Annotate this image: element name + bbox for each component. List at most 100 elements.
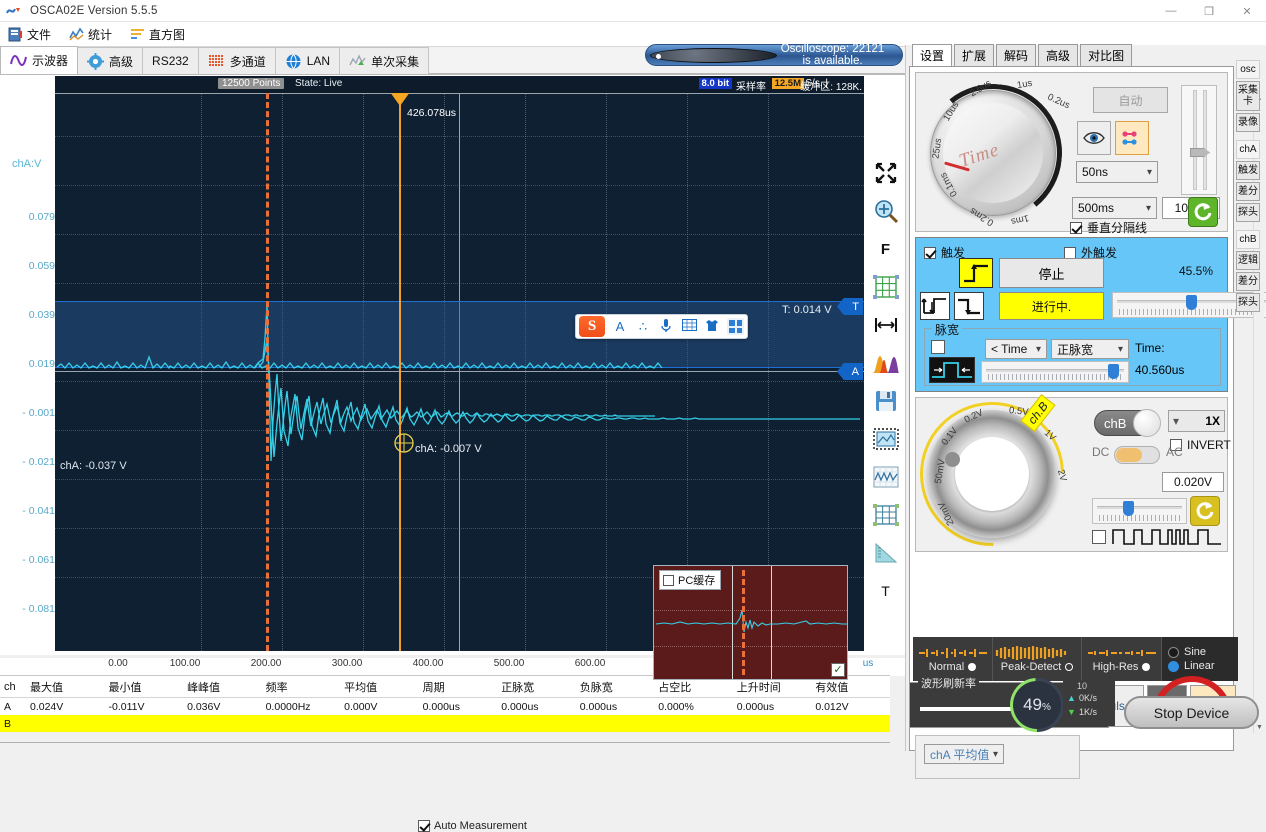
auto-measurement-checkbox[interactable] bbox=[418, 820, 430, 832]
pulse-width-slider[interactable] bbox=[981, 361, 1129, 383]
strip-cha-trigger[interactable]: 触发 bbox=[1236, 161, 1260, 180]
voltage-value[interactable]: 0.020V bbox=[1162, 472, 1224, 492]
slider-thumb[interactable] bbox=[1186, 295, 1197, 310]
tab-rs232[interactable]: RS232 bbox=[142, 47, 199, 74]
zoom-in-icon[interactable] bbox=[868, 193, 904, 229]
fft-peaks-icon[interactable] bbox=[868, 345, 904, 381]
screenshot-icon[interactable] bbox=[868, 421, 904, 457]
strip-osc[interactable]: osc bbox=[1236, 60, 1260, 79]
scroll-down-icon[interactable]: ▼ bbox=[1254, 722, 1265, 733]
tab-multichannel[interactable]: 多通道 bbox=[198, 47, 276, 74]
rtab-decode[interactable]: 解码 bbox=[996, 44, 1036, 66]
trigger-cursor[interactable] bbox=[266, 93, 269, 651]
ext-trigger-checkbox[interactable] bbox=[1064, 247, 1076, 259]
slider-thumb[interactable] bbox=[1190, 148, 1210, 157]
strip-chb-probe[interactable]: 探头 bbox=[1236, 293, 1260, 312]
table-row[interactable]: A 0.024V -0.011V 0.036V 0.0000Hz 0.000V … bbox=[0, 698, 890, 716]
eye-capture-icon[interactable] bbox=[1077, 121, 1111, 155]
grid-icon[interactable] bbox=[868, 269, 904, 305]
ime-skin-icon[interactable] bbox=[704, 319, 720, 335]
table-grid-icon[interactable] bbox=[868, 497, 904, 533]
pulse-polarity-select[interactable]: 正脉宽 ▾ bbox=[1051, 339, 1129, 359]
refresh-circle-icon[interactable] bbox=[1190, 496, 1220, 526]
close-button[interactable]: ✕ bbox=[1228, 0, 1266, 22]
strip-cha-probe[interactable]: 探头 bbox=[1236, 203, 1260, 222]
rtab-settings[interactable]: 设置 bbox=[912, 44, 952, 66]
radio-indicator[interactable] bbox=[1142, 663, 1150, 671]
time-cursor[interactable]: 426.078us bbox=[399, 93, 401, 651]
strip-chb[interactable]: chB bbox=[1236, 230, 1260, 249]
trigger-enable-checkbox[interactable] bbox=[924, 247, 936, 259]
layout-dots-icon[interactable] bbox=[1115, 121, 1149, 155]
tab-single-acquire[interactable]: 单次采集 bbox=[339, 47, 429, 74]
vertical-divider-checkbox[interactable] bbox=[1070, 222, 1082, 234]
tab-oscilloscope[interactable]: 示波器 bbox=[0, 46, 78, 74]
strip-cha-differential[interactable]: 差分 bbox=[1236, 182, 1260, 201]
stop-button[interactable]: 停止 bbox=[999, 258, 1104, 288]
menu-item-file[interactable]: 文件 bbox=[0, 22, 61, 47]
timebase-secondary-select[interactable]: 500ms ▾ bbox=[1072, 197, 1157, 219]
apps-grid-icon[interactable] bbox=[727, 318, 744, 335]
radio-indicator[interactable] bbox=[968, 663, 976, 671]
fit-f-icon[interactable]: F bbox=[868, 231, 904, 267]
interp-sine-row[interactable]: Sine bbox=[1168, 646, 1238, 658]
rtab-extend[interactable]: 扩展 bbox=[954, 44, 994, 66]
probe-attenuation-select[interactable]: ▾ 1X bbox=[1168, 410, 1225, 432]
tab-advanced[interactable]: 高级 bbox=[77, 47, 143, 74]
table-row[interactable]: B bbox=[0, 715, 890, 732]
minimize-button[interactable]: — bbox=[1152, 0, 1190, 22]
falling-edge-icon[interactable] bbox=[954, 292, 984, 320]
refresh-circle-icon[interactable] bbox=[1188, 197, 1218, 227]
timebase-select[interactable]: 50ns ▾ bbox=[1076, 161, 1158, 183]
fullscreen-expand-icon[interactable] bbox=[868, 155, 904, 191]
ime-floating-toolbar[interactable]: S A ∴ bbox=[575, 314, 748, 339]
auto-measurement-row[interactable]: Auto Measurement bbox=[418, 820, 527, 832]
horizontal-measure-icon[interactable] bbox=[868, 307, 904, 343]
menu-item-histogram[interactable]: 直方图 bbox=[122, 22, 195, 47]
sogou-logo-icon[interactable]: S bbox=[579, 316, 605, 337]
stop-device-button[interactable]: Stop Device bbox=[1124, 696, 1259, 729]
radio-sine[interactable] bbox=[1168, 647, 1179, 658]
interp-linear-row[interactable]: Linear bbox=[1168, 660, 1238, 672]
pc-buffer-checkbox[interactable] bbox=[663, 575, 674, 586]
auto-button[interactable]: 自动 bbox=[1093, 87, 1168, 113]
rtab-compare[interactable]: 对比图 bbox=[1080, 44, 1132, 66]
channel-b-button[interactable]: chB bbox=[1094, 410, 1160, 436]
pc-buffer-checkbox-row[interactable]: PC缓存 bbox=[659, 570, 721, 590]
text-t-icon[interactable]: T bbox=[868, 573, 904, 609]
pc-buffer-preview[interactable]: PC缓存 ✓ bbox=[653, 565, 848, 680]
pulse-compare-select[interactable]: < Time ▾ bbox=[985, 339, 1047, 359]
strip-record[interactable]: 录像 bbox=[1236, 113, 1260, 132]
save-floppy-icon[interactable] bbox=[868, 383, 904, 419]
acq-high-res[interactable]: High-Res bbox=[1082, 637, 1162, 681]
tab-lan[interactable]: LAN bbox=[275, 47, 340, 74]
vertical-position-slider[interactable] bbox=[1181, 85, 1217, 195]
ime-keyboard-icon[interactable] bbox=[681, 319, 697, 334]
slider-thumb[interactable] bbox=[1123, 501, 1134, 516]
radio-indicator[interactable] bbox=[1065, 663, 1073, 671]
mini-expand-check-icon[interactable]: ✓ bbox=[831, 663, 845, 677]
digital-mode-checkbox[interactable] bbox=[1092, 530, 1106, 544]
ime-mode-icon[interactable]: A bbox=[612, 319, 628, 334]
ruler-triangle-icon[interactable] bbox=[868, 535, 904, 571]
pulse-width-checkbox[interactable] bbox=[931, 340, 945, 354]
run-status-button[interactable]: 进行中. bbox=[999, 292, 1104, 320]
slider-thumb[interactable] bbox=[1108, 364, 1119, 379]
radio-linear[interactable] bbox=[1168, 661, 1179, 672]
rising-edge-icon[interactable] bbox=[959, 258, 993, 288]
strip-cha[interactable]: chA bbox=[1236, 140, 1260, 159]
coupling-toggle[interactable] bbox=[1114, 446, 1160, 464]
vertical-divider-checkbox-row[interactable]: 垂直分隔线 bbox=[1070, 219, 1147, 236]
acq-peak-detect[interactable]: Peak-Detect bbox=[993, 637, 1082, 681]
rtab-advanced[interactable]: 高级 bbox=[1038, 44, 1078, 66]
voltage-offset-slider[interactable] bbox=[1092, 498, 1187, 524]
ime-microphone-icon[interactable] bbox=[658, 318, 674, 336]
both-edge-icon[interactable] bbox=[920, 292, 950, 320]
menu-item-statistics[interactable]: 统计 bbox=[61, 22, 122, 47]
strip-chb-logic[interactable]: 逻辑 bbox=[1236, 251, 1260, 270]
channel-toggle-knob[interactable] bbox=[1133, 409, 1161, 437]
strip-chb-differential[interactable]: 差分 bbox=[1236, 272, 1260, 291]
ime-punctuation-icon[interactable]: ∴ bbox=[635, 319, 651, 335]
mean-select[interactable]: chA 平均值 ▾ bbox=[924, 744, 1004, 764]
waveform-window-icon[interactable] bbox=[868, 459, 904, 495]
